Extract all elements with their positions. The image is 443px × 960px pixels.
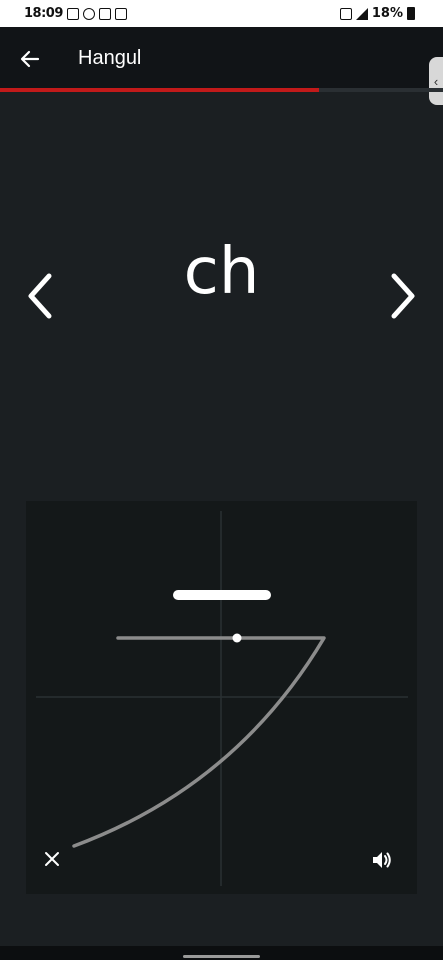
battery-percent: 18% <box>371 6 403 21</box>
signal-icon <box>355 7 368 20</box>
status-right: 18% <box>339 6 415 21</box>
stroke-guide-svg <box>36 511 408 886</box>
lesson-progress-bar <box>0 88 443 92</box>
app-bar: Hangul <box>0 27 443 88</box>
volume-icon <box>373 852 391 868</box>
stroke-start-dot <box>232 633 242 643</box>
romanization-text: ch <box>183 235 260 309</box>
stroke-hook <box>72 636 326 848</box>
app-notification-icon <box>82 7 95 20</box>
lesson-progress-fill <box>0 88 319 92</box>
back-button[interactable] <box>14 43 46 75</box>
close-icon <box>45 852 59 866</box>
battery-icon <box>407 7 415 20</box>
chevron-left-small-icon: ‹ <box>433 73 439 89</box>
battery-saver-notification-icon <box>114 7 127 20</box>
status-time: 18:09 <box>24 6 63 21</box>
status-bar: 18:09 18% <box>0 0 443 27</box>
nfc-icon <box>339 7 352 20</box>
next-letter-button[interactable] <box>379 268 427 324</box>
play-sound-button[interactable] <box>371 850 399 878</box>
side-panel-handle[interactable]: ‹ <box>429 57 443 105</box>
home-indicator[interactable] <box>183 955 260 958</box>
stroke-drawing-canvas[interactable] <box>26 501 417 894</box>
system-navigation-bar <box>0 946 443 960</box>
arrow-left-icon <box>20 50 40 68</box>
clear-drawing-button[interactable] <box>44 851 70 877</box>
gallery-notification-icon <box>66 7 79 20</box>
page-title: Hangul <box>78 47 142 69</box>
gallery-notification-icon-2 <box>98 7 111 20</box>
status-left: 18:09 <box>24 6 127 21</box>
chevron-right-icon <box>391 273 415 319</box>
